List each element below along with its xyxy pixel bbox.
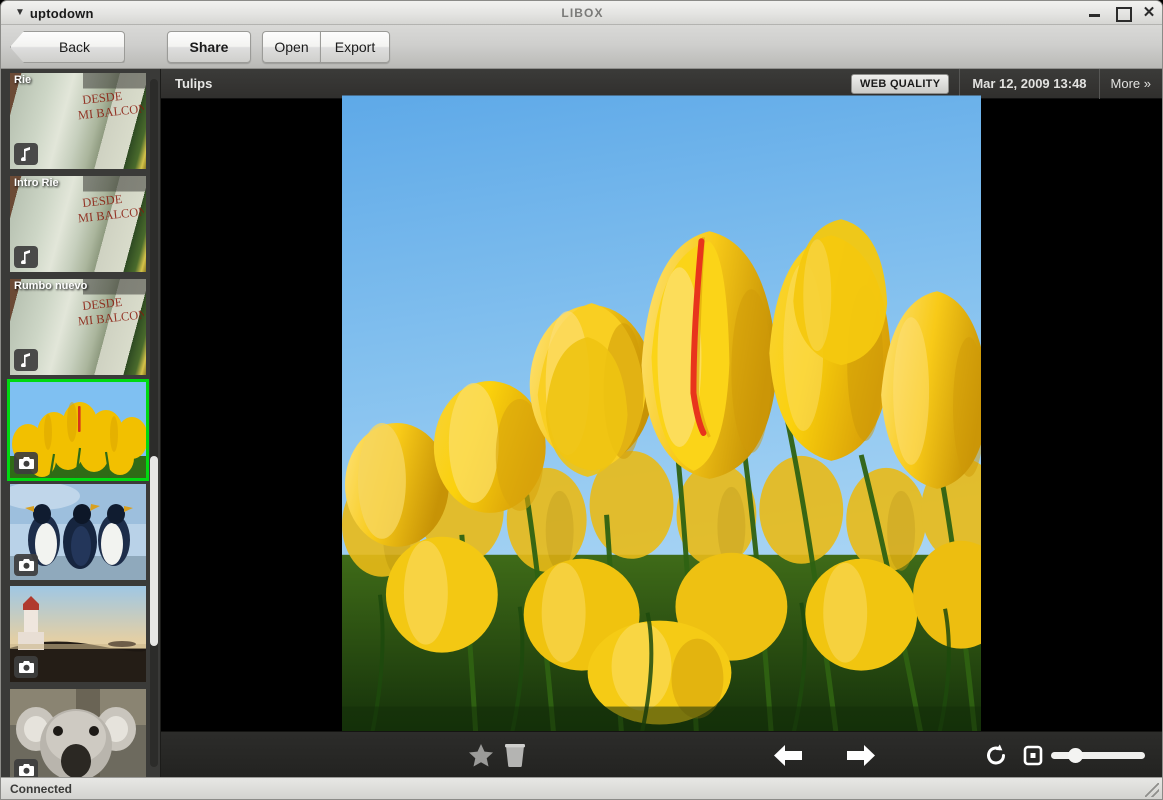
account-name: uptodown [29,5,94,21]
music-note-icon [14,349,38,371]
status-bar: Connected [1,777,1162,799]
camera-icon [14,656,38,678]
list-item-label [10,689,146,705]
list-item[interactable] [10,484,146,580]
zoom-slider-handle[interactable] [1068,748,1083,763]
libox-window: ▼ uptodown LIBOX ✕ Back Share Open Expor… [0,0,1163,800]
list-item-label [10,382,146,398]
open-button[interactable]: Open [262,31,320,63]
trash-icon[interactable] [504,743,526,767]
viewer-toolbar [161,731,1162,777]
list-item-label: Rie [14,74,32,86]
list-item-label: Rumbo nuevo [14,280,88,292]
camera-icon [14,759,38,777]
photo-stage[interactable] [161,95,1162,735]
music-note-icon [14,246,38,268]
quality-badge[interactable]: WEB QUALITY [851,73,950,94]
more-link[interactable]: More » [1100,76,1162,91]
maximize-icon[interactable] [1115,6,1132,22]
close-icon[interactable]: ✕ [1142,5,1156,20]
split-contrast-icon[interactable] [1159,743,1162,767]
photo-title: Tulips [175,76,213,91]
sidebar-scrollbar-track[interactable] [150,79,158,767]
camera-icon [14,452,38,474]
list-item-label: Intro Rie [14,177,59,189]
chevron-down-icon: ▼ [15,7,25,18]
camera-icon [14,554,38,576]
title-bar: ▼ uptodown LIBOX ✕ [1,1,1162,25]
list-item[interactable] [10,689,146,777]
rotate-icon[interactable] [985,743,1007,767]
share-button[interactable]: Share [167,31,251,63]
photo-date: Mar 12, 2009 13:48 [972,76,1087,91]
status-text: Connected [10,781,73,796]
list-item[interactable]: DESDE MI BALCON Rie [10,73,146,169]
zoom-slider[interactable] [1051,748,1145,763]
fit-to-screen-icon[interactable] [1022,743,1044,767]
list-item-label [10,484,146,500]
media-sidebar[interactable]: DESDE MI BALCON Rie DESDE MI BALCON Intr… [1,69,161,777]
star-icon[interactable] [469,743,493,767]
main-photo-tulips[interactable] [342,95,981,735]
photo-viewer: Tulips WEB QUALITY Mar 12, 2009 13:48 Mo… [161,68,1162,777]
sidebar-scrollbar-thumb[interactable] [150,456,158,646]
minimize-icon[interactable] [1088,6,1102,20]
resize-grip[interactable] [1145,783,1159,797]
list-item-selected[interactable] [7,379,149,481]
window-title: LIBOX [561,6,604,20]
export-button[interactable]: Export [320,31,390,63]
list-item-label [10,586,146,602]
account-menu[interactable]: ▼ uptodown [9,3,100,23]
list-item[interactable]: DESDE MI BALCON Intro Rie [10,176,146,272]
arrow-right-icon[interactable] [847,743,875,767]
arrow-left-icon[interactable] [774,743,802,767]
list-item[interactable]: DESDE MI BALCON Rumbo nuevo [10,279,146,375]
music-note-icon [14,143,38,165]
window-controls: ✕ [1088,1,1156,25]
list-item[interactable] [10,586,146,682]
main-toolbar: Back Share Open Export [1,25,1162,69]
back-button[interactable]: Back [10,31,125,63]
